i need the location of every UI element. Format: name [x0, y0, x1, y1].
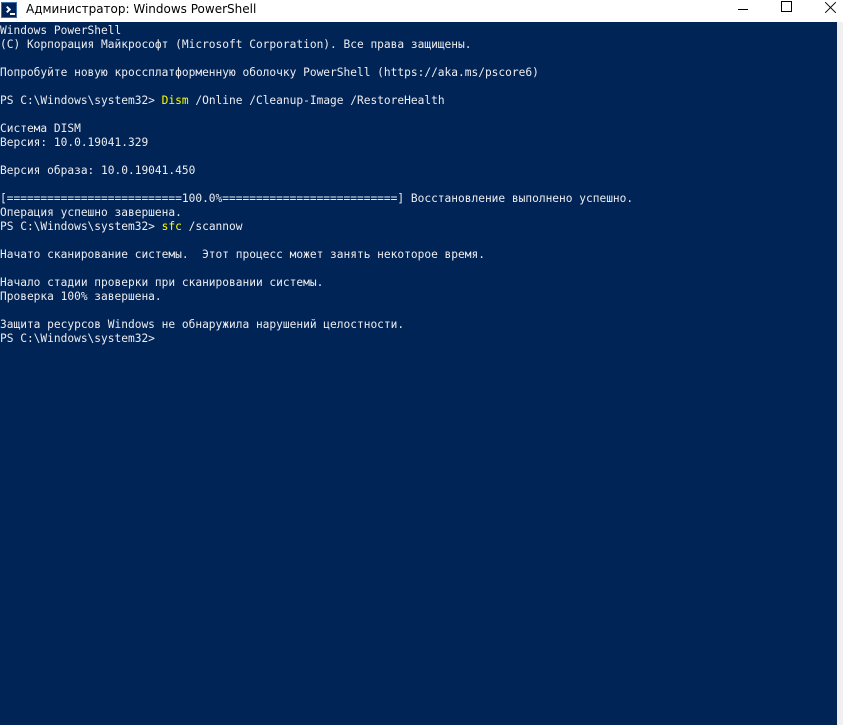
command-arguments: /Online /Cleanup-Image /RestoreHealth — [188, 94, 445, 107]
console-line: Операция успешно завершена. — [0, 206, 182, 219]
console-line: PS C:\Windows\system32> Dism /Online /Cl… — [0, 94, 633, 108]
maximize-icon — [781, 1, 792, 12]
console-line: [==========================100.0%=======… — [0, 192, 634, 205]
prompt-text: PS C:\Windows\system32> — [0, 220, 162, 233]
console-line: Начало стадии проверки при сканировании … — [0, 276, 324, 289]
prompt-text: PS C:\Windows\system32> — [0, 332, 162, 345]
command-arguments: /scannow — [181, 220, 243, 233]
close-icon — [824, 1, 837, 14]
console-lines: Windows PowerShell (C) Корпорация Майкрос… — [0, 24, 633, 346]
vertical-scrollbar[interactable] — [837, 22, 843, 725]
console-line: PS C:\Windows\system32> sfc /scannow — [0, 220, 633, 234]
console-line: Начато сканирование системы. Этот процес… — [0, 248, 485, 261]
console-line: PS C:\Windows\system32> — [0, 332, 633, 346]
prompt-text: PS C:\Windows\system32> — [0, 94, 162, 107]
command-name: sfc — [161, 220, 182, 233]
window-title: Администратор: Windows PowerShell — [26, 2, 257, 16]
command-name: Dism — [161, 94, 189, 107]
console-line: Версия: 10.0.19041.329 — [0, 136, 149, 149]
minimize-button[interactable] — [720, 0, 766, 22]
console-output[interactable]: Windows PowerShell (C) Корпорация Майкрос… — [0, 22, 837, 725]
console-line: Windows PowerShell — [0, 24, 122, 37]
close-button[interactable] — [808, 0, 843, 22]
console-line: (C) Корпорация Майкрософт (Microsoft Cor… — [0, 38, 472, 51]
maximize-button[interactable] — [764, 0, 810, 22]
console-line: Версия образа: 10.0.19041.450 — [0, 164, 196, 177]
console-line: Проверка 100% завершена. — [0, 290, 162, 303]
console-line: Защита ресурсов Windows не обнаружила на… — [0, 318, 405, 331]
powershell-icon[interactable] — [1, 2, 17, 18]
console-line: Попробуйте новую кроссплатформенную обол… — [0, 66, 539, 79]
powershell-window: Администратор: Windows PowerShell Window… — [0, 0, 843, 725]
title-bar[interactable]: Администратор: Windows PowerShell — [0, 0, 843, 22]
minimize-icon — [738, 9, 748, 10]
console-line: Система DISM — [0, 122, 81, 135]
